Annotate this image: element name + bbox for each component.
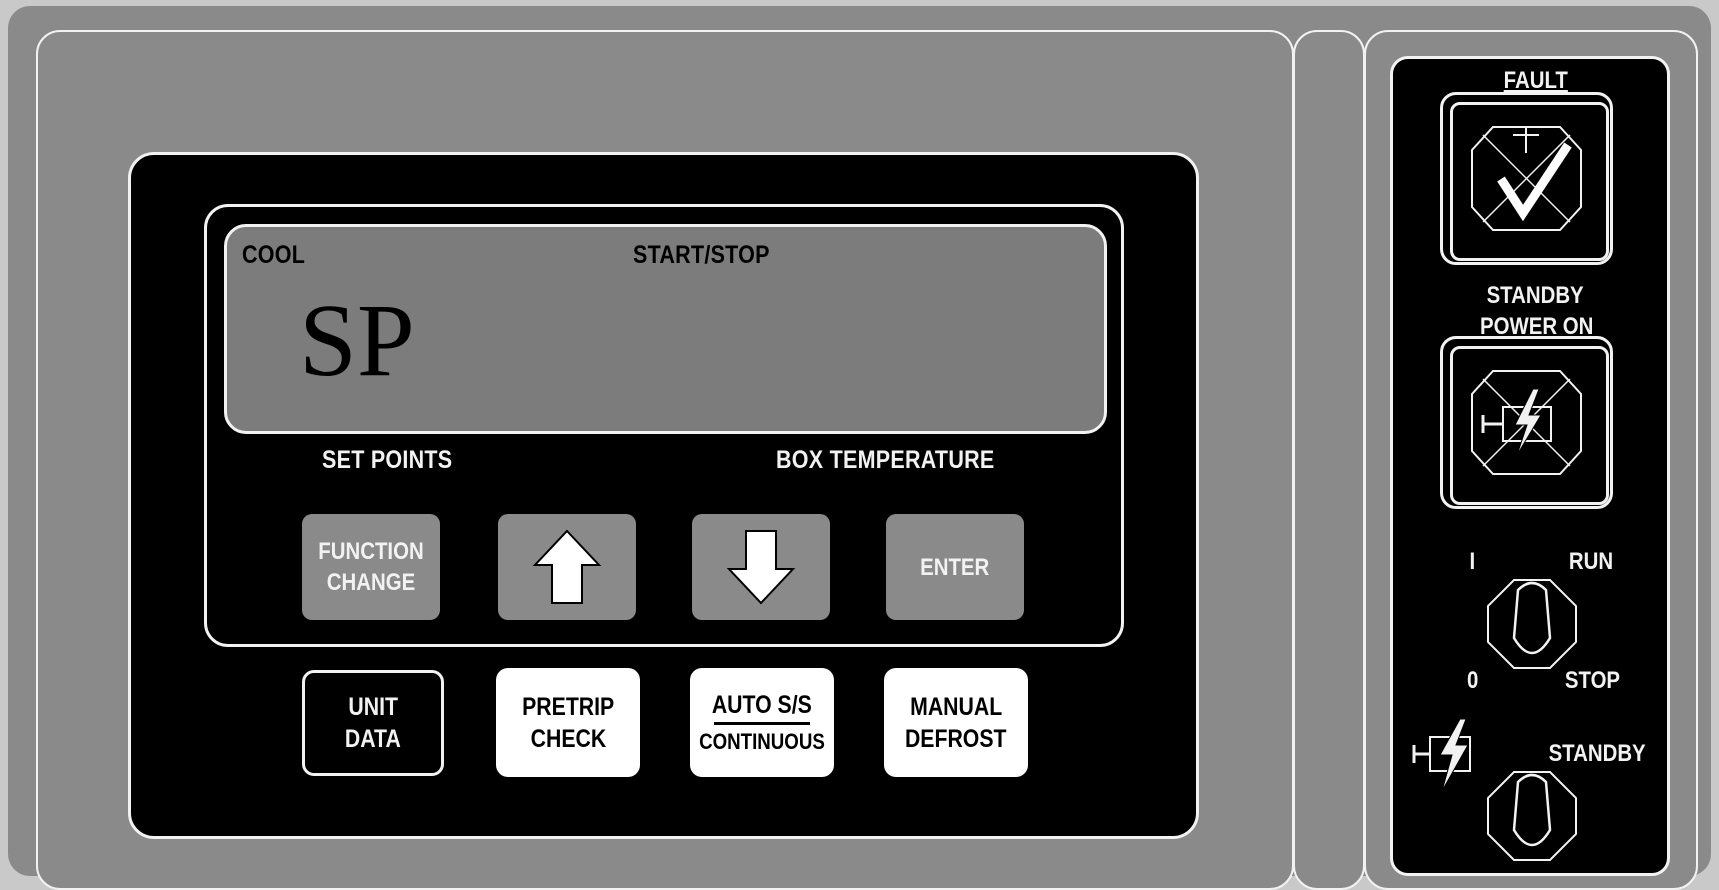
run-stop-switch[interactable] (1484, 576, 1580, 672)
auto-line1: AUTO S/S (712, 691, 812, 719)
manual-defrost-button[interactable]: MANUAL DEFROST (884, 668, 1028, 777)
unit-data-line1: UNIT (348, 693, 398, 721)
fault-lamp-lens (1450, 102, 1609, 261)
run-off-position-label: 0 (1467, 667, 1479, 694)
box-temperature-label: BOX TEMPERATURE (776, 446, 995, 474)
auto-divider (714, 722, 810, 725)
power-lamp-lens (1450, 346, 1609, 505)
pretrip-line1: PRETRIP (521, 692, 615, 721)
pretrip-check-button[interactable]: PRETRIP CHECK (496, 668, 640, 777)
function-change-button[interactable]: FUNCTION CHANGE (302, 514, 440, 620)
pretrip-line2: CHECK (530, 724, 606, 753)
standby-motor-icon (1410, 715, 1490, 795)
rotary-knob-icon (1487, 579, 1577, 669)
standby-label: STANDBY (1486, 282, 1584, 309)
arrow-down-icon (726, 530, 796, 605)
enter-label: ENTER (920, 553, 990, 581)
fault-label: FAULT (1503, 67, 1568, 94)
set-points-label: SET POINTS (322, 446, 453, 474)
lcd-code-readout: SP (299, 283, 415, 398)
auto-start-stop-continuous-button[interactable]: AUTO S/S CONTINUOUS (690, 668, 834, 777)
standby-power-on-lamp (1440, 336, 1613, 509)
run-on-position-label: I (1469, 548, 1476, 575)
lcd-mode-indicator: COOL (242, 241, 306, 269)
up-arrow-button[interactable] (498, 514, 636, 620)
lcd-status-indicator: START/STOP (633, 241, 770, 269)
enter-button[interactable]: ENTER (886, 514, 1024, 620)
manual-line1: MANUAL (909, 692, 1003, 721)
standby-switch-label: STANDBY (1548, 740, 1646, 767)
checkmark-icon (1471, 126, 1582, 231)
divider-strip (1293, 30, 1365, 890)
run-label: RUN (1568, 548, 1614, 575)
down-arrow-button[interactable] (692, 514, 830, 620)
manual-line2: DEFROST (905, 724, 1007, 753)
auto-line2: CONTINUOUS (699, 729, 825, 754)
rotary-knob-icon (1487, 771, 1577, 861)
unit-data-line2: DATA (345, 725, 401, 753)
function-change-line2: CHANGE (326, 569, 416, 596)
electric-motor-icon (1471, 370, 1582, 475)
lcd-display: COOL START/STOP SP (224, 224, 1107, 434)
unit-data-button[interactable]: UNIT DATA (302, 670, 444, 776)
stop-label: STOP (1564, 667, 1621, 694)
arrow-up-icon (532, 529, 602, 604)
fault-lamp (1440, 92, 1613, 265)
standby-switch[interactable] (1484, 768, 1580, 864)
function-change-line1: FUNCTION (318, 538, 424, 565)
